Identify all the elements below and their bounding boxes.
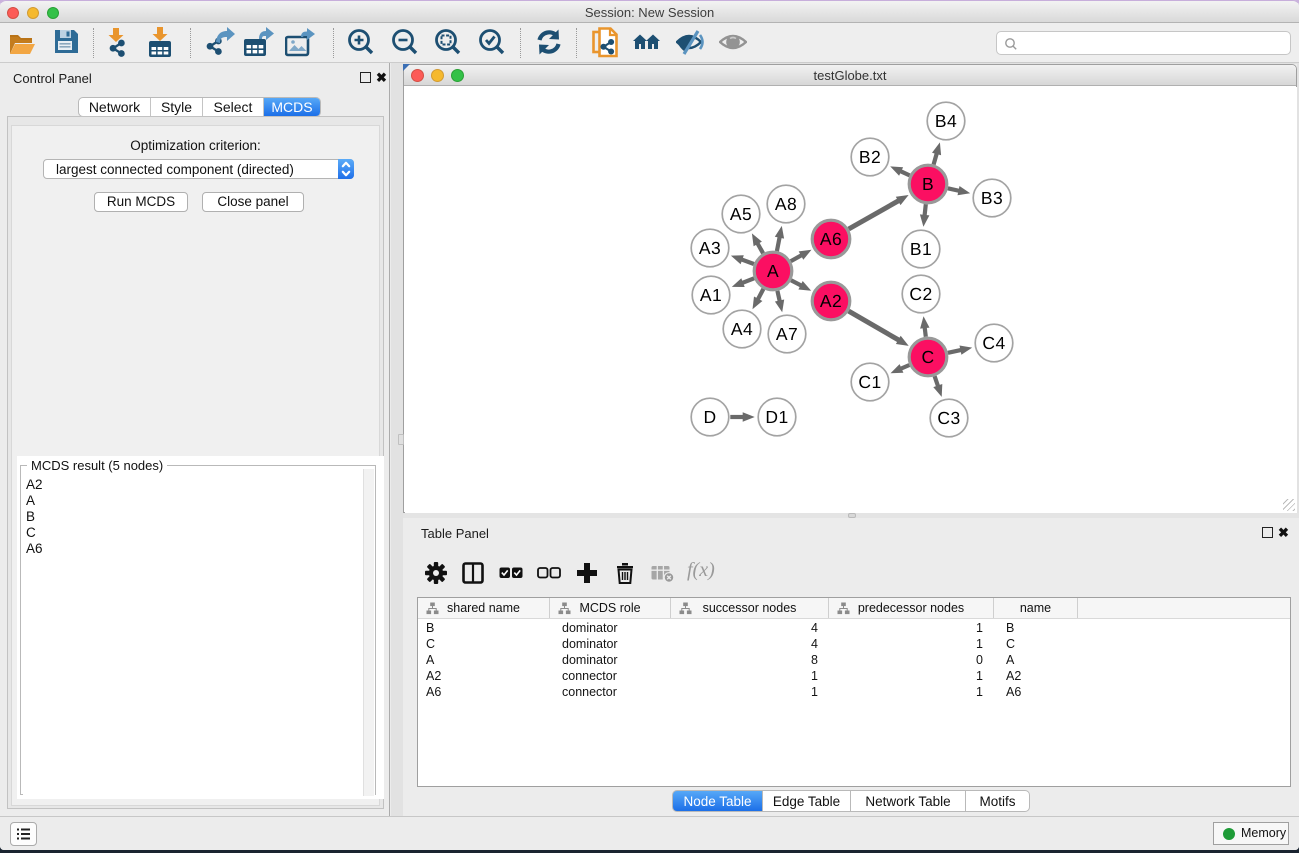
svg-text:A2: A2 bbox=[820, 291, 842, 311]
svg-text:A8: A8 bbox=[775, 194, 797, 214]
svg-text:A4: A4 bbox=[731, 319, 753, 339]
svg-text:A7: A7 bbox=[776, 324, 798, 344]
svg-text:B2: B2 bbox=[859, 147, 881, 167]
svg-text:B4: B4 bbox=[935, 111, 957, 131]
svg-text:A5: A5 bbox=[730, 204, 752, 224]
svg-text:D1: D1 bbox=[765, 407, 788, 427]
svg-text:f(x): f(x) bbox=[687, 559, 715, 581]
svg-text:A: A bbox=[767, 261, 779, 281]
svg-text:C1: C1 bbox=[858, 372, 881, 392]
svg-text:C3: C3 bbox=[937, 408, 960, 428]
svg-text:C2: C2 bbox=[909, 284, 932, 304]
svg-text:B: B bbox=[922, 174, 934, 194]
svg-text:D: D bbox=[703, 407, 716, 427]
svg-text:C4: C4 bbox=[982, 333, 1005, 353]
svg-text:B3: B3 bbox=[981, 188, 1003, 208]
svg-text:B1: B1 bbox=[910, 239, 932, 259]
svg-text:A3: A3 bbox=[699, 238, 721, 258]
svg-text:A1: A1 bbox=[700, 285, 722, 305]
svg-text:A6: A6 bbox=[820, 229, 842, 249]
svg-text:C: C bbox=[921, 347, 934, 367]
